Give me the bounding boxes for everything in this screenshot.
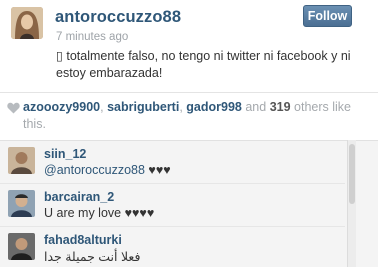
avatar[interactable] (8, 147, 35, 174)
comment-mention[interactable]: @antoroccuzzo88 (44, 163, 145, 177)
comment-text: @antoroccuzzo88 ♥♥♥ (44, 163, 171, 177)
comment-username[interactable]: fahad8alturki (44, 233, 122, 247)
liker-link[interactable]: azooozy9900 (23, 100, 100, 114)
likes-text: azooozy9900, sabriguberti, gador998 and … (23, 99, 368, 133)
avatar[interactable] (8, 190, 35, 217)
post-caption: ▯ totalmente falso, no tengo ni twitter … (56, 49, 351, 80)
likes-section: azooozy9900, sabriguberti, gador998 and … (0, 93, 378, 135)
comments-scrollbar[interactable] (347, 140, 356, 267)
comment-body: U are my love ♥♥♥♥ (44, 206, 155, 220)
liker-link[interactable]: sabriguberti (107, 100, 179, 114)
comment: fahad8alturki فعلا أنت جميلة جدا (0, 227, 345, 267)
post-timestamp: 7 minutes ago (56, 31, 129, 43)
comment: siin_12 @antoroccuzzo88 ♥♥♥ (0, 141, 345, 183)
comment-text: فعلا أنت جميلة جدا (44, 249, 140, 264)
comment: barcairan_2 U are my love ♥♥♥♥ (0, 184, 345, 226)
avatar[interactable] (8, 233, 35, 260)
post-header: antoroccuzzo88 7 minutes ago Follow ▯ to… (0, 0, 378, 98)
comment-username[interactable]: barcairan_2 (44, 190, 114, 204)
avatar[interactable] (11, 7, 43, 39)
post-username[interactable]: antoroccuzzo88 (55, 8, 181, 27)
likes-and: and (241, 100, 270, 114)
comment-body: فعلا أنت جميلة جدا (44, 250, 141, 264)
follow-button[interactable]: Follow (303, 5, 352, 27)
comments-panel: siin_12 @antoroccuzzo88 ♥♥♥ barcairan_2 … (0, 140, 378, 267)
comment-text: U are my love ♥♥♥♥ (44, 206, 154, 220)
comment-username[interactable]: siin_12 (44, 147, 86, 161)
likes-count[interactable]: 319 (270, 100, 291, 114)
comment-body: ♥♥♥ (144, 163, 171, 177)
heart-icon (7, 101, 20, 114)
liker-link[interactable]: gador998 (186, 100, 242, 114)
scrollbar-thumb[interactable] (349, 144, 355, 204)
